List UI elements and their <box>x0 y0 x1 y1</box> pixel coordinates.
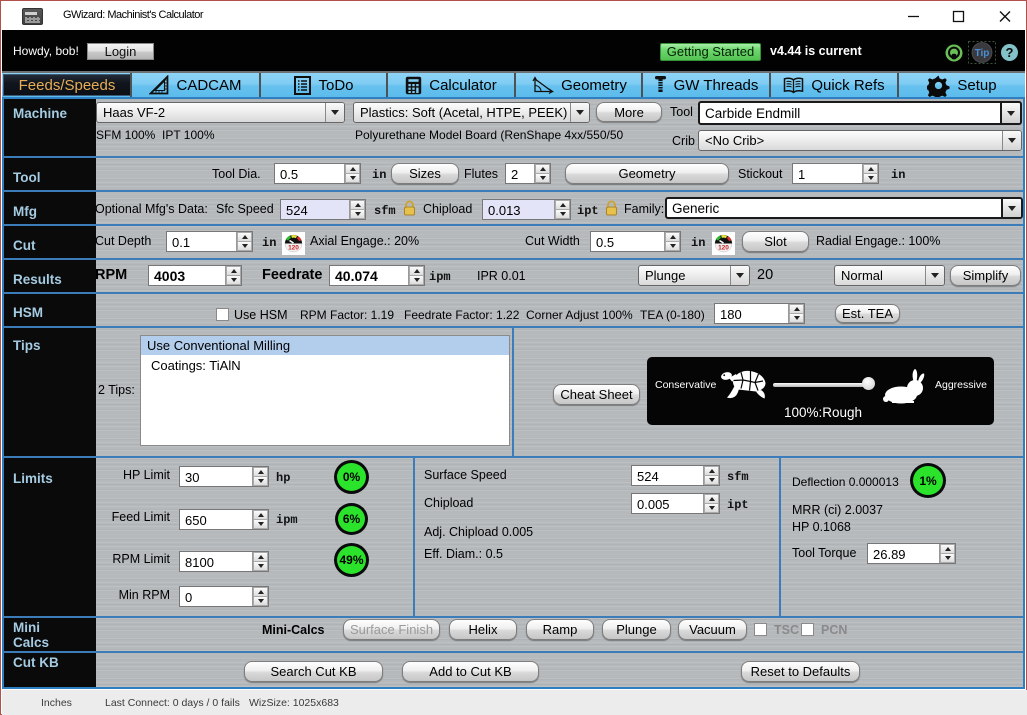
svg-text:Tip: Tip <box>975 48 990 59</box>
svg-text:120: 120 <box>718 245 729 252</box>
svg-text:?: ? <box>1006 45 1014 60</box>
svg-text:120: 120 <box>288 245 299 252</box>
